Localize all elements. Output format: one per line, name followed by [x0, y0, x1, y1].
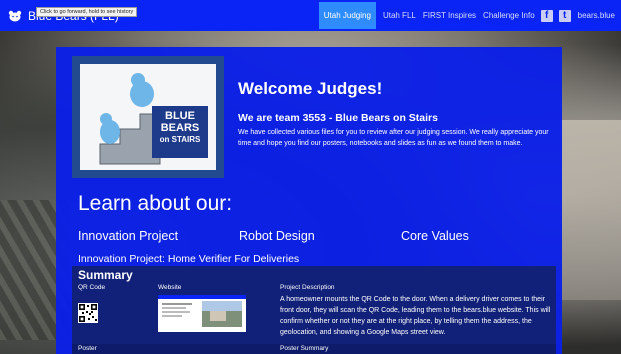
- column-header-project-description: Project Description: [280, 284, 335, 291]
- logo-text-blue: BLUE: [165, 110, 195, 122]
- browser-tooltip: Click to go forward, hold to see history: [36, 7, 138, 17]
- column-header-poster: Poster: [78, 345, 97, 352]
- topic-innovation-project[interactable]: Innovation Project: [78, 229, 178, 243]
- website-screenshot-thumbnail[interactable]: [158, 295, 246, 332]
- project-title: Innovation Project: Home Verifier For De…: [78, 253, 300, 265]
- summary-table: Summary QR Code Website Project Descript…: [72, 266, 556, 354]
- twitter-icon[interactable]: t: [558, 9, 571, 22]
- nav-link-utah-fll[interactable]: Utah FLL: [383, 11, 416, 20]
- column-header-qr-code: QR Code: [78, 284, 106, 291]
- welcome-heading: Welcome Judges!: [238, 79, 383, 98]
- topic-robot-design[interactable]: Robot Design: [239, 229, 315, 243]
- nav-link-utah-judging[interactable]: Utah Judging: [318, 2, 376, 29]
- team-logo: BLUE BEARS on STAIRS: [72, 56, 224, 178]
- column-header-poster-summary: Poster Summary: [280, 345, 329, 352]
- team-subheading: We are team 3553 - Blue Bears on Stairs: [238, 112, 438, 124]
- topic-core-values[interactable]: Core Values: [401, 229, 469, 243]
- learn-heading: Learn about our:: [78, 192, 233, 215]
- summary-heading: Summary: [78, 268, 133, 282]
- column-header-website: Website: [158, 284, 182, 291]
- project-description: A homeowner mounts the QR Code to the do…: [280, 296, 551, 336]
- navbar: Blue Bears (FLL) Click to go forward, ho…: [0, 0, 621, 31]
- facebook-icon[interactable]: f: [540, 9, 553, 22]
- nav-link-bears-blue[interactable]: bears.blue: [578, 11, 615, 20]
- nav-link-challenge-info[interactable]: Challenge Info: [483, 11, 535, 20]
- logo-text-on-stairs: on STAIRS: [159, 135, 201, 144]
- intro-text: We have collected various files for you …: [238, 129, 549, 147]
- bear-logo-icon: [8, 10, 22, 21]
- nav-links: Utah Judging Utah FLL FIRST Inspires Cha…: [318, 0, 615, 31]
- qr-code-image[interactable]: [78, 303, 98, 323]
- logo-text-bears: BEARS: [160, 122, 200, 134]
- summary-next-row: Poster Poster Summary: [72, 344, 556, 354]
- nav-link-first-inspires[interactable]: FIRST Inspires: [423, 11, 476, 20]
